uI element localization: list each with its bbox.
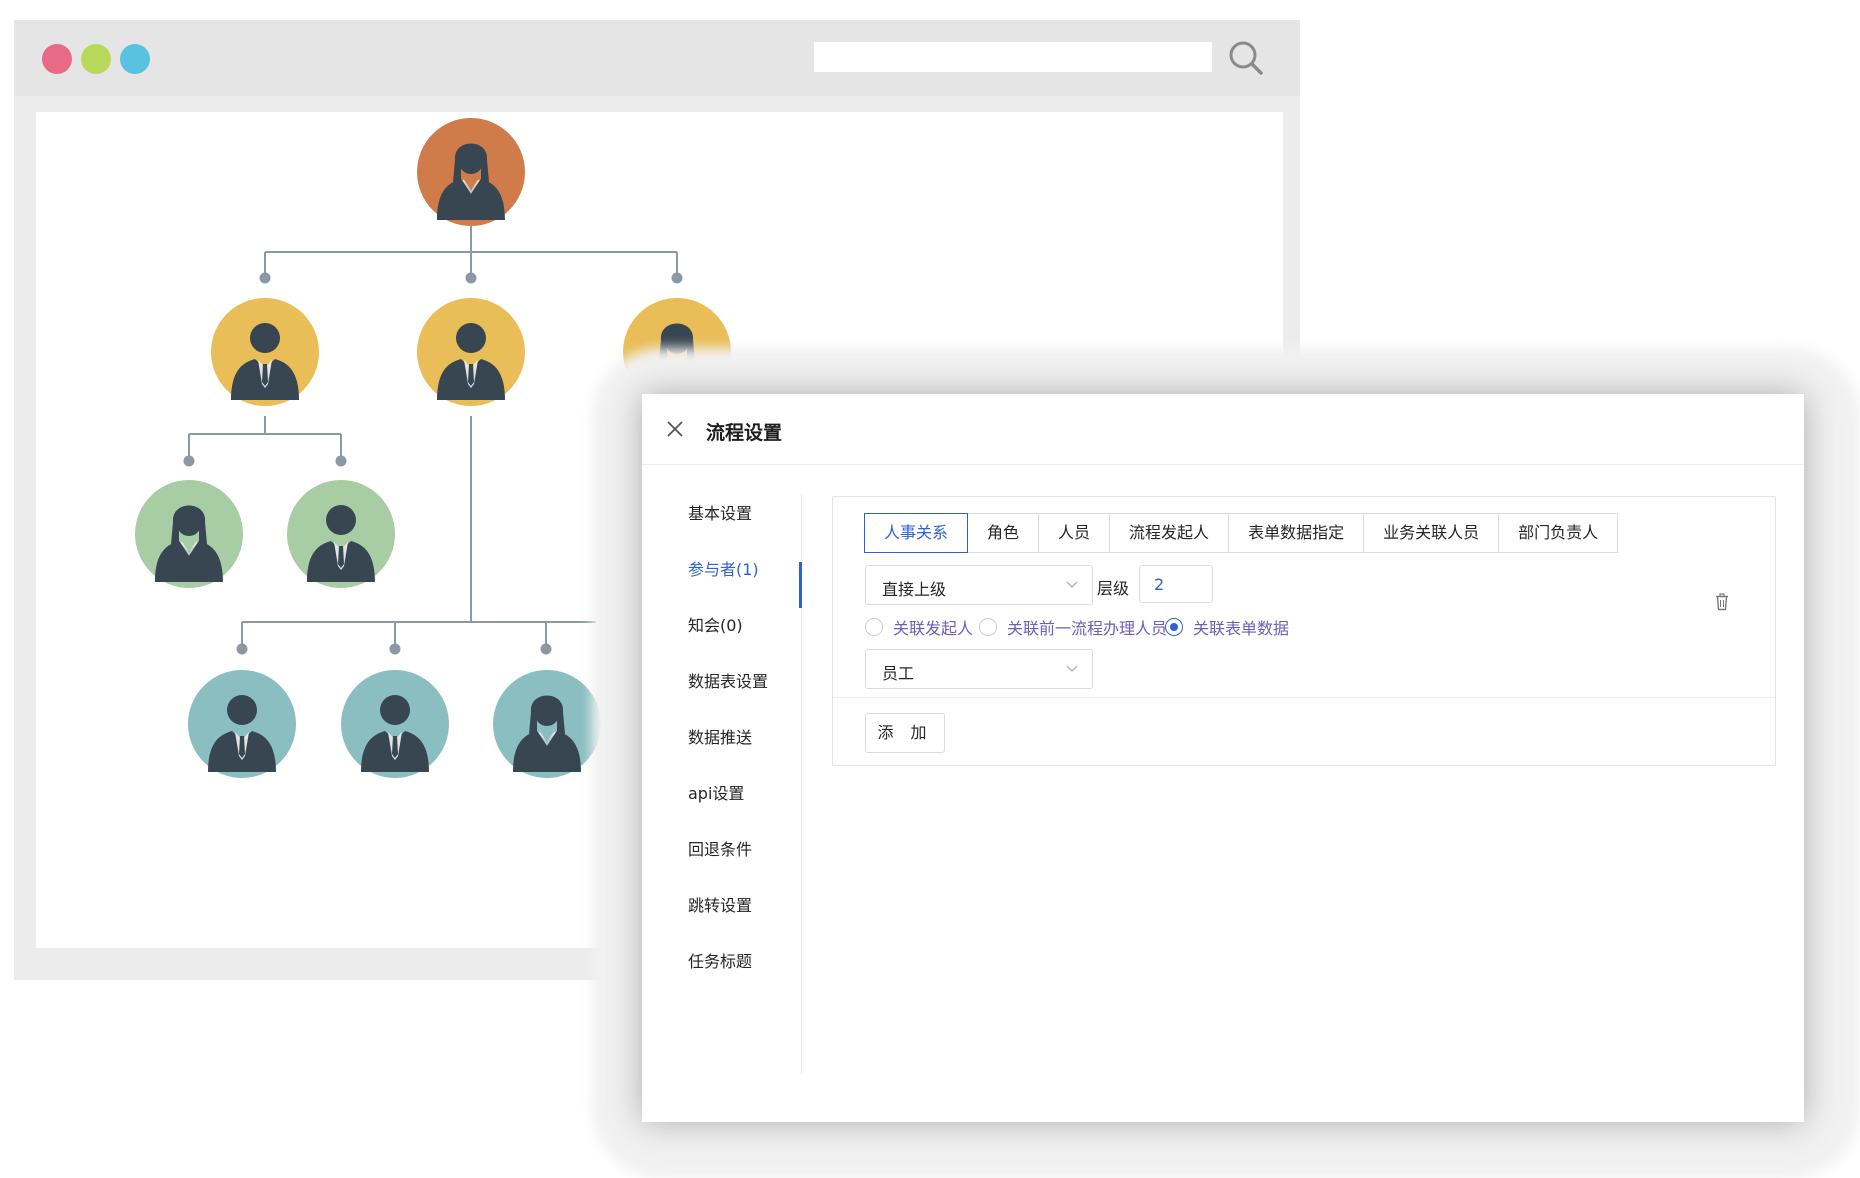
field-select-value: 员工 (882, 664, 915, 683)
nav-item-jump-settings[interactable]: 跳转设置 (688, 892, 752, 916)
radio-label: 关联表单数据 (1193, 619, 1290, 638)
settings-side-nav: 基本设置 参与者(1) 知会(0) 数据表设置 数据推送 api设置 回退条件 … (642, 464, 802, 1084)
nav-item-api-settings[interactable]: api设置 (688, 780, 744, 804)
field-select[interactable]: 员工 (865, 649, 1093, 689)
level-label: 层级 (1097, 579, 1130, 598)
tab-department-head[interactable]: 部门负责人 (1498, 513, 1619, 553)
tab-form-data-assign[interactable]: 表单数据指定 (1228, 513, 1365, 553)
chevron-down-icon (1066, 665, 1078, 672)
tab-process-initiator[interactable]: 流程发起人 (1109, 513, 1230, 553)
radio-label: 关联前一流程办理人员 (1007, 619, 1168, 638)
panel-divider (833, 697, 1775, 698)
participant-type-tabs: 人事关系 角色 人员 流程发起人 表单数据指定 业务关联人员 部门负责人 (864, 513, 1619, 553)
chevron-down-icon (1066, 581, 1078, 588)
radio-link-initiator[interactable]: 关联发起人 (865, 615, 973, 639)
radio-link-previous-handler[interactable]: 关联前一流程办理人员 (979, 615, 1167, 639)
radio-circle (979, 618, 997, 636)
radio-label: 关联发起人 (893, 619, 974, 638)
process-settings-dialog: 流程设置 基本设置 参与者(1) 知会(0) 数据表设置 数据推送 api设置 … (642, 394, 1804, 1122)
nav-active-indicator (799, 562, 802, 608)
dialog-title: 流程设置 (706, 422, 783, 444)
tab-business-related[interactable]: 业务关联人员 (1363, 513, 1500, 553)
relation-select-value: 直接上级 (882, 580, 947, 599)
org-node-top (417, 118, 525, 226)
radio-circle (1165, 618, 1183, 636)
nav-item-basic-settings[interactable]: 基本设置 (688, 500, 752, 524)
search-icon[interactable] (1226, 38, 1266, 78)
level-input[interactable] (1139, 565, 1213, 603)
nav-item-participants[interactable]: 参与者(1) (688, 556, 759, 580)
nav-item-data-push[interactable]: 数据推送 (688, 724, 752, 748)
add-button[interactable]: 添 加 (865, 713, 945, 753)
address-bar[interactable] (814, 42, 1212, 72)
browser-toolbar (14, 20, 1300, 96)
window-minimize-dot[interactable] (81, 44, 111, 74)
nav-item-task-title[interactable]: 任务标题 (688, 948, 752, 972)
trash-icon[interactable] (1715, 593, 1729, 611)
relation-select[interactable]: 直接上级 (865, 565, 1093, 605)
radio-circle (865, 618, 883, 636)
tab-personnel[interactable]: 人员 (1038, 513, 1111, 553)
radio-link-form-data[interactable]: 关联表单数据 (1165, 615, 1289, 639)
dialog-header: 流程设置 (642, 394, 1804, 465)
window-maximize-dot[interactable] (120, 44, 150, 74)
nav-item-notify[interactable]: 知会(0) (688, 612, 743, 636)
window-close-dot[interactable] (42, 44, 72, 74)
org-node-level4 (188, 670, 601, 778)
nav-item-datatable-settings[interactable]: 数据表设置 (688, 668, 768, 692)
close-icon[interactable] (664, 418, 686, 440)
tab-hr-relation[interactable]: 人事关系 (864, 513, 969, 553)
participant-rule-panel: 人事关系 角色 人员 流程发起人 表单数据指定 业务关联人员 部门负责人 直接上… (832, 496, 1776, 766)
nav-item-rollback-conditions[interactable]: 回退条件 (688, 836, 752, 860)
tab-role[interactable]: 角色 (967, 513, 1040, 553)
org-node-level3 (135, 480, 395, 588)
